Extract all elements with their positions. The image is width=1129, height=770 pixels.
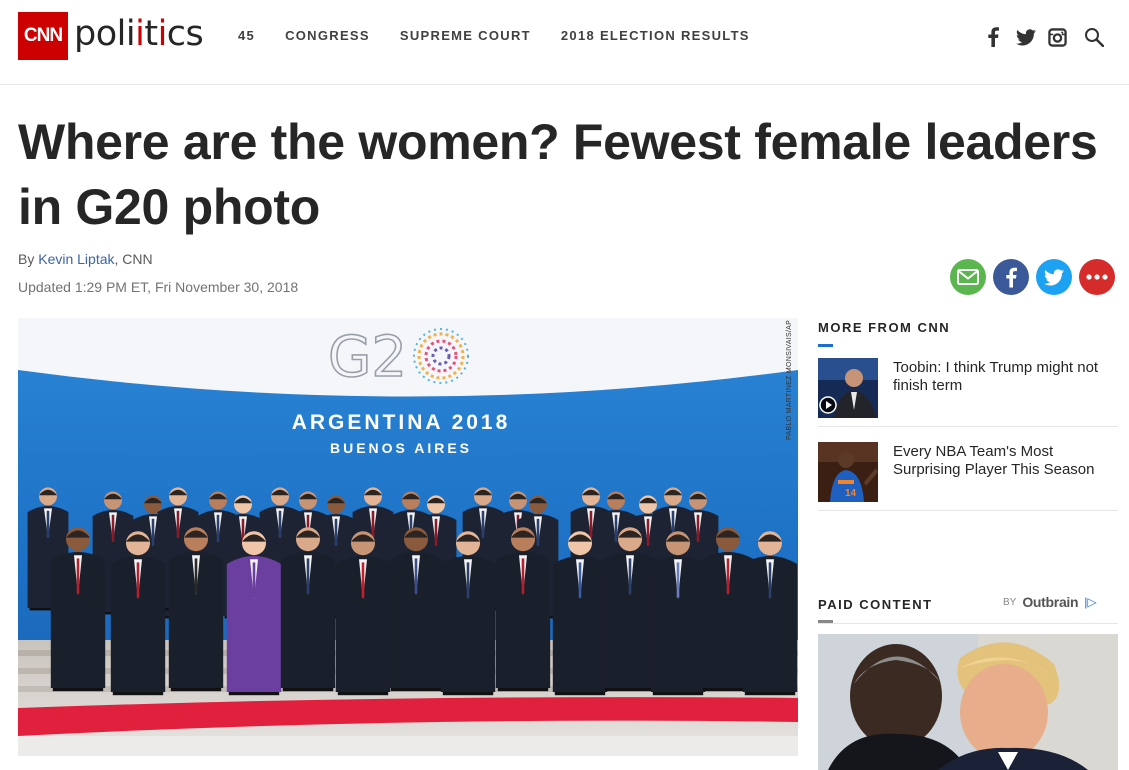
outbrain-adchoices-icon[interactable]: |▷	[1084, 595, 1096, 609]
instagram-icon[interactable]	[1046, 26, 1068, 48]
logo-word-t: t	[144, 14, 158, 54]
email-share-icon[interactable]	[950, 259, 986, 295]
leaders-group	[27, 487, 798, 696]
banner-line-2: BUENOS AIRES	[330, 440, 472, 456]
facebook-icon[interactable]	[982, 26, 1004, 48]
article-headline: Where are the women? Fewest female leade…	[18, 114, 1098, 235]
outbrain-attribution[interactable]: BY Outbrain |▷	[1003, 594, 1097, 610]
more-from-cnn-underline	[818, 344, 833, 347]
outbrain-logo: Outbrain	[1022, 594, 1079, 610]
svg-text:14: 14	[845, 488, 857, 499]
rail-item-nba[interactable]: 14 Every NBA Team's Most Surprising Play…	[818, 442, 1118, 504]
cnn-logo[interactable]: CNN	[18, 12, 68, 60]
rail-item-toobin[interactable]: Toobin: I think Trump might not finish t…	[818, 358, 1118, 420]
paid-content-title: PAID CONTENT	[818, 597, 933, 612]
politics-section-logo[interactable]: poliitics	[74, 14, 204, 54]
banner-line-1: ARGENTINA 2018	[292, 411, 511, 434]
rail-divider	[818, 426, 1118, 427]
main-nav: 45 CONGRESS SUPREME COURT 2018 ELECTION …	[238, 28, 780, 43]
nav-item-supreme-court[interactable]: SUPREME COURT	[400, 28, 531, 43]
more-share-icon[interactable]	[1079, 259, 1115, 295]
twitter-icon[interactable]	[1015, 26, 1037, 48]
search-icon[interactable]	[1083, 26, 1105, 48]
nav-item-congress[interactable]: CONGRESS	[285, 28, 370, 43]
facebook-share-icon[interactable]	[993, 259, 1029, 295]
updated-timestamp: Updated 1:29 PM ET, Fri November 30, 201…	[18, 279, 299, 295]
nav-item-election-results[interactable]: 2018 ELECTION RESULTS	[561, 28, 750, 43]
more-from-cnn-title: MORE FROM CNN	[818, 320, 951, 335]
byline: By Kevin Liptak, CNN	[18, 251, 153, 267]
byline-suffix: , CNN	[114, 251, 153, 267]
hero-image[interactable]: G2 ARGENTINA 2018 BUENOS AIRES	[18, 318, 798, 756]
logo-word-accent: i	[135, 14, 145, 54]
paid-content-underline	[818, 620, 833, 623]
nav-item-45[interactable]: 45	[238, 28, 255, 43]
g20-logo-text: G2	[328, 325, 407, 390]
rail-item-title[interactable]: Toobin: I think Trump might not finish t…	[893, 358, 1118, 420]
paid-rule	[818, 623, 1118, 624]
paid-content-image[interactable]	[818, 634, 1118, 770]
twitter-share-icon[interactable]	[1036, 259, 1072, 295]
rail-thumb-nba: 14	[818, 442, 878, 502]
byline-prefix: By	[18, 251, 39, 267]
rail-thumb-toobin	[818, 358, 878, 418]
rail-item-title[interactable]: Every NBA Team's Most Surprising Player …	[893, 442, 1118, 504]
author-link[interactable]: Kevin Liptak	[38, 251, 114, 267]
logo-word-accent-2: i	[157, 14, 168, 54]
rail-divider	[818, 510, 1118, 511]
logo-word-end: cs	[166, 14, 204, 54]
photo-credit: PABLO MARTINEZ MONSIVAIS/AP	[786, 319, 798, 442]
outbrain-by-label: BY	[1003, 596, 1017, 608]
site-header: CNN poliitics 45 CONGRESS SUPREME COURT …	[0, 0, 1129, 85]
logo-word-start: poli	[74, 14, 136, 54]
photo-credit-text: PABLO MARTINEZ MONSIVAIS/AP	[786, 319, 793, 440]
